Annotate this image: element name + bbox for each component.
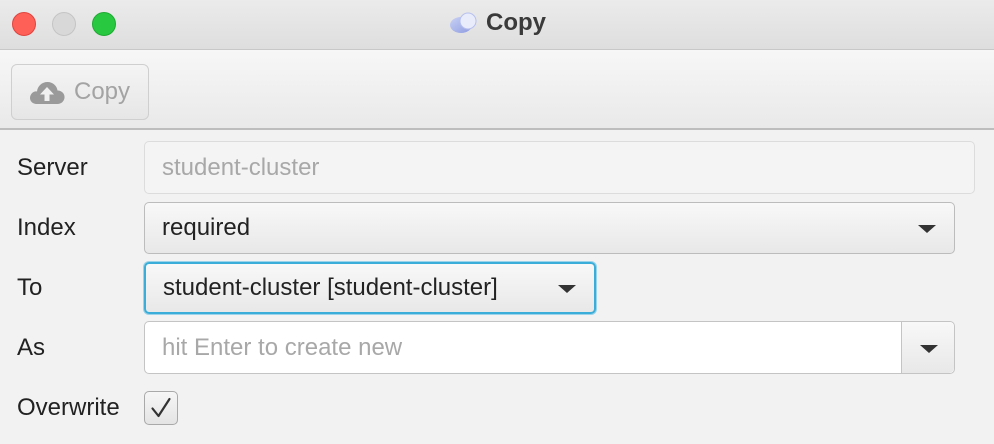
as-input[interactable]	[145, 321, 901, 374]
copy-button-label: Copy	[74, 78, 131, 105]
chevron-down-icon	[920, 344, 938, 353]
overwrite-checkbox[interactable]	[144, 391, 178, 425]
window-title-wrap: Copy	[0, 8, 994, 38]
title-bar[interactable]: Copy	[0, 0, 994, 50]
as-combobox[interactable]	[144, 321, 955, 374]
copy-button[interactable]: Copy	[11, 64, 149, 120]
to-selected-value: student-cluster [student-cluster]	[163, 274, 498, 301]
server-label: Server	[17, 154, 88, 181]
window-title: Copy	[486, 9, 546, 36]
chevron-down-icon	[558, 285, 576, 293]
copy-window: Copy Copy Server student-cluster Index r…	[0, 0, 994, 444]
overwrite-label: Overwrite	[17, 394, 120, 421]
as-dropdown-button[interactable]	[901, 322, 954, 373]
app-logo-icon	[450, 12, 477, 33]
server-value: student-cluster	[162, 153, 320, 181]
index-selected-value: required	[162, 214, 251, 241]
chevron-down-icon	[918, 225, 936, 233]
toolbar: Copy	[0, 50, 994, 130]
checkmark-icon	[151, 397, 171, 418]
to-label: To	[17, 274, 43, 301]
server-field: student-cluster	[144, 141, 975, 194]
index-dropdown[interactable]: required	[144, 202, 955, 254]
index-label: Index	[17, 214, 76, 241]
to-dropdown[interactable]: student-cluster [student-cluster]	[144, 262, 596, 314]
cloud-upload-icon	[30, 82, 65, 104]
as-label: As	[17, 334, 46, 361]
